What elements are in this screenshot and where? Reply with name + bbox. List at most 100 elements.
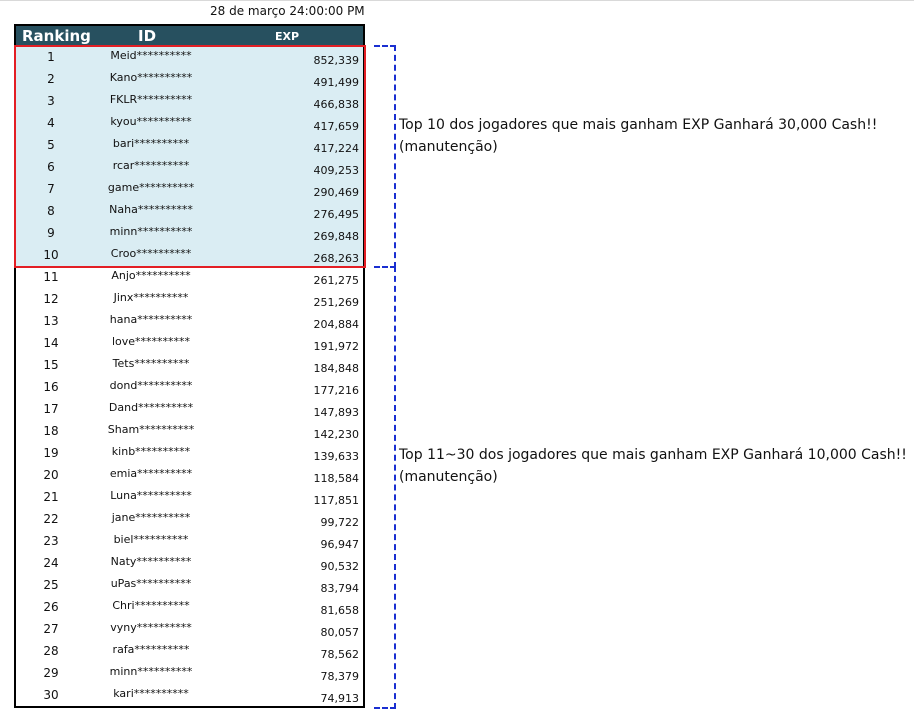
table-row: 2 Kano********** 491,499: [16, 68, 363, 90]
rank-cell: 2: [47, 72, 55, 86]
top-gridline: [0, 0, 914, 1]
id-cell: kyou**********: [110, 115, 192, 128]
exp-cell: 261,275: [313, 274, 360, 287]
exp-cell: 96,947: [320, 538, 360, 551]
rank-cell: 29: [43, 666, 59, 680]
id-cell: FKLR**********: [109, 93, 193, 106]
table-row: 13 hana********** 204,884: [16, 310, 363, 332]
table-row: 4 kyou********** 417,659: [16, 112, 363, 134]
table-row: 10 Croo********** 268,263: [16, 244, 363, 266]
table-body: 1 Meid********** 852,339 2 Kano********** 4 9 1…: [16, 46, 363, 706]
exp-cell: 177,216: [313, 384, 360, 397]
rank-cell: 22: [43, 512, 59, 526]
rank-cell: 20: [43, 468, 59, 482]
table-row: 12 Jinx********** 251,269: [16, 288, 363, 310]
id-cell: Luna**********: [110, 489, 192, 502]
exp-cell: 147,893: [313, 406, 360, 419]
exp-cell: 191,972: [313, 340, 360, 353]
rank-cell: 10: [43, 248, 59, 262]
rank-cell: 30: [43, 688, 59, 702]
exp-cell: 251,269: [313, 296, 360, 309]
id-cell: kinb**********: [111, 445, 191, 458]
header-ranking: Ranking: [22, 27, 91, 45]
id-cell: love**********: [111, 335, 191, 348]
exp-cell: 139,633: [313, 450, 360, 463]
exp-cell: 269,848: [313, 230, 360, 243]
rank-cell: 7: [47, 182, 55, 196]
top11-30-note-line1: Top 11~30 dos jogadores que mais ganham …: [399, 447, 907, 463]
id-cell: Croo**********: [110, 247, 192, 260]
exp-cell: 268,263: [313, 252, 360, 265]
table-row: 16 dond********** 177,216: [16, 376, 363, 398]
rank-cell: 25: [43, 578, 59, 592]
table-row: 25 uPas********** 83,794: [16, 574, 363, 596]
header-id: ID: [138, 27, 157, 45]
rank-cell: 1: [47, 50, 55, 64]
top10-note-line2: (manutenção): [399, 139, 498, 155]
rank-cell: 12: [43, 292, 59, 306]
exp-cell: 852,339: [313, 54, 360, 67]
id-cell: hana**********: [109, 313, 193, 326]
rank-cell: 17: [43, 402, 59, 416]
top11-30-bracket: [374, 266, 396, 709]
rank-cell: 5: [47, 138, 55, 152]
rank-cell: 4: [47, 116, 55, 130]
id-cell: rafa**********: [112, 643, 190, 656]
top10-note-line1: Top 10 dos jogadores que mais ganham EXP…: [399, 117, 878, 133]
table-row: 29 minn********** 78,379: [16, 662, 363, 684]
id-cell: Kano**********: [109, 71, 193, 84]
table-row: 26 Chri********** 81,658: [16, 596, 363, 618]
exp-cell: 117,851: [313, 494, 360, 507]
exp-cell: 204,884: [313, 318, 360, 331]
exp-cell: 99,722: [320, 516, 360, 529]
id-cell: minn**********: [109, 665, 193, 678]
table-row: 8 Naha********** 276,495: [16, 200, 363, 222]
rank-cell: 26: [43, 600, 59, 614]
top10-reward-note: Top 10 dos jogadores que mais ganham EXP…: [399, 114, 877, 158]
exp-cell: 74,913: [320, 692, 360, 705]
exp-cell: 276,495: [313, 208, 360, 221]
table-row: 30 kari********** 74,913: [16, 684, 363, 706]
exp-cell: 80,057: [320, 626, 360, 639]
rank-cell: 18: [43, 424, 59, 438]
id-cell: kari**********: [113, 687, 189, 700]
exp-cell: 83,794: [320, 582, 360, 595]
exp-cell: 81,658: [320, 604, 360, 617]
id-cell: bari**********: [112, 137, 190, 150]
rank-cell: 6: [47, 160, 55, 174]
table-row: 1 Meid********** 852,339: [16, 46, 363, 68]
rank-cell: 3: [47, 94, 55, 108]
table-row: 28 rafa********** 78,562: [16, 640, 363, 662]
ranking-table: Ranking ID EXP 1 Meid********** 852,339 2 Ka…: [14, 24, 365, 708]
top10-bracket: [374, 45, 396, 268]
id-cell: jane**********: [111, 511, 191, 524]
exp-cell: 417,659: [313, 120, 360, 133]
exp-cell: 90,532: [320, 560, 360, 573]
rank-cell: 24: [43, 556, 59, 570]
rank-cell: 9: [47, 226, 55, 240]
table-row: 18 Sham********** 142,230: [16, 420, 363, 442]
id-cell: Dand**********: [108, 401, 194, 414]
id-cell: Tets**********: [112, 357, 190, 370]
table-row: 15 Tets********** 184,848: [16, 354, 363, 376]
table-row: 14 love********** 191,972: [16, 332, 363, 354]
table-row: 20 emia********** 118,584: [16, 464, 363, 486]
top11-30-reward-note: Top 11~30 dos jogadores que mais ganham …: [399, 444, 907, 488]
table-row: 3 FKLR********** 466,838: [16, 90, 363, 112]
id-cell: rcar**********: [112, 159, 190, 172]
id-cell: biel**********: [113, 533, 189, 546]
rank-cell: 28: [43, 644, 59, 658]
table-row: 24 Naty********** 90,532: [16, 552, 363, 574]
table-row: 23 biel********** 96,947: [16, 530, 363, 552]
id-cell: uPas**********: [110, 577, 192, 590]
rank-cell: 16: [43, 380, 59, 394]
date-label: 28 de março 24:00:00 PM: [210, 4, 365, 18]
rank-cell: 13: [43, 314, 59, 328]
exp-cell: 78,379: [320, 670, 360, 683]
rank-cell: 8: [47, 204, 55, 218]
id-cell: Chri**********: [112, 599, 190, 612]
table-header: Ranking ID EXP: [16, 26, 363, 46]
table-row: 11 Anjo********** 261,275: [16, 266, 363, 288]
rank-cell: 11: [43, 270, 59, 284]
id-cell: Sham**********: [107, 423, 195, 436]
